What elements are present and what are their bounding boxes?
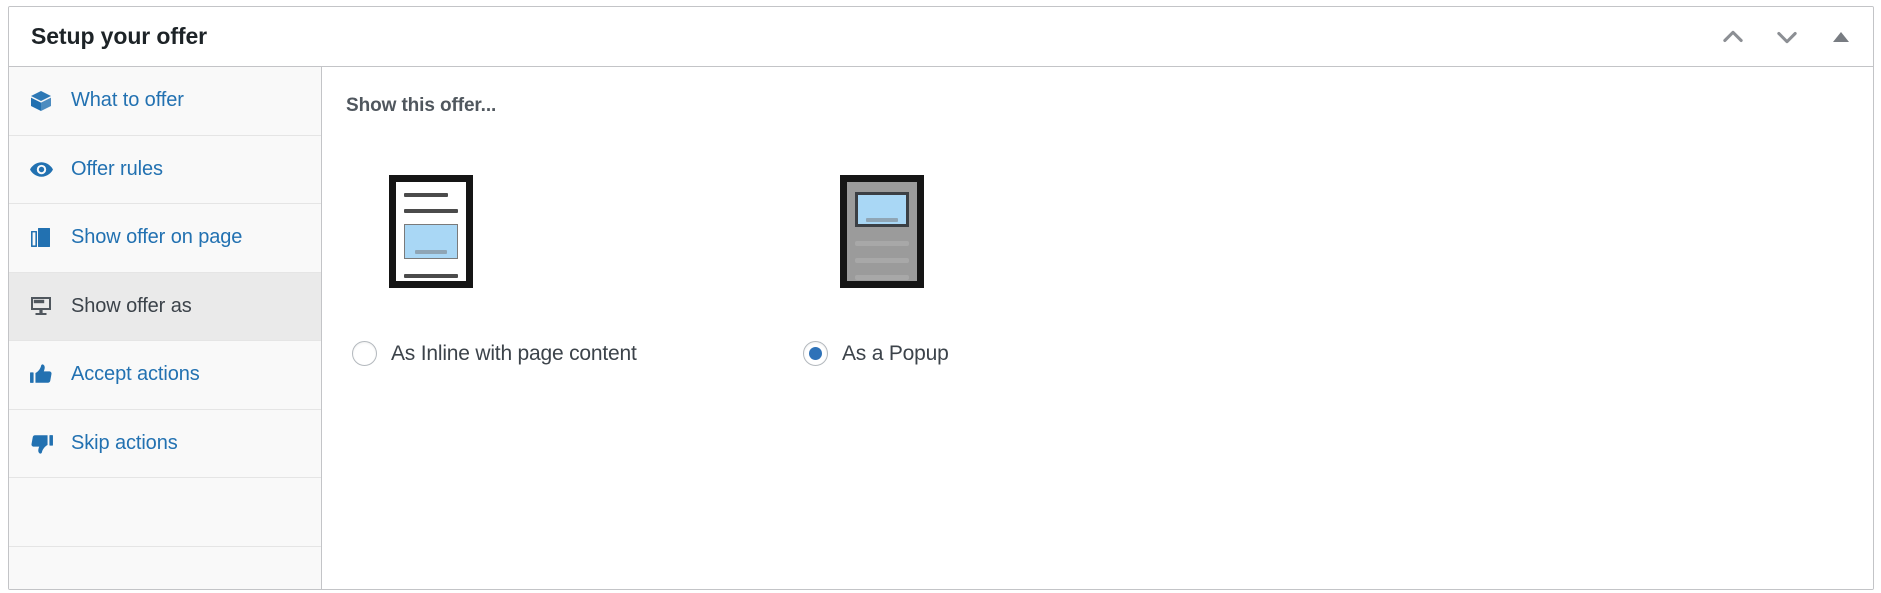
chevron-down-icon [1773, 23, 1801, 51]
move-down-button[interactable] [1769, 19, 1805, 55]
chevron-up-icon [1719, 23, 1747, 51]
sidebar-item-show-offer-on-page[interactable]: Show offer on page [9, 204, 321, 273]
thumb-text-line [404, 209, 458, 213]
thumbs-up-icon [29, 362, 55, 387]
radio-inline-input[interactable] [352, 341, 377, 366]
sidebar-item-label: Offer rules [71, 157, 163, 180]
sidebar-item-offer-rules[interactable]: Offer rules [9, 135, 321, 204]
panel-body: What to offer Offer rules Show offer on … [9, 67, 1873, 589]
pages-icon [29, 226, 55, 250]
move-up-button[interactable] [1715, 19, 1751, 55]
thumb-text-line [855, 275, 909, 280]
sidebar-item-skip-actions[interactable]: Skip actions [9, 409, 321, 478]
thumb-offer-box [404, 224, 458, 259]
option-popup: As a Popup [797, 175, 1248, 366]
thumb-popup-box [855, 192, 909, 227]
page-title: Setup your offer [31, 23, 208, 49]
option-inline: As Inline with page content [346, 175, 797, 366]
sidebar: What to offer Offer rules Show offer on … [9, 67, 322, 589]
panel-header: Setup your offer [9, 7, 1873, 67]
sidebar-item-what-to-offer[interactable]: What to offer [9, 67, 321, 136]
sidebar-item-partial[interactable] [9, 478, 321, 547]
thumb-box-line [415, 250, 447, 254]
triangle-up-icon [1832, 30, 1850, 44]
sidebar-item-label: What to offer [71, 89, 184, 112]
thumb-box-line [866, 218, 898, 222]
setup-offer-panel: Setup your offer What to offer Offer rul… [8, 6, 1874, 590]
radio-option-popup[interactable]: As a Popup [797, 341, 1248, 366]
inline-thumbnail-graphic [389, 175, 473, 288]
box-icon [29, 89, 55, 113]
section-heading: Show this offer... [346, 95, 497, 116]
offer-display-options: As Inline with page content As a Popup [346, 175, 1873, 366]
radio-inline-label: As Inline with page content [391, 341, 637, 365]
thumb-text-line [855, 241, 909, 246]
collapse-panel-button[interactable] [1823, 19, 1859, 55]
desktop-icon [29, 294, 55, 318]
radio-option-inline[interactable]: As Inline with page content [346, 341, 797, 366]
radio-popup-input[interactable] [803, 341, 828, 366]
sidebar-item-label: Show offer on page [71, 226, 243, 249]
thumb-text-line [855, 258, 909, 263]
sidebar-item-label: Accept actions [71, 363, 200, 386]
sidebar-item-label: Show offer as [71, 294, 192, 317]
popup-page-thumbnail[interactable] [797, 175, 1248, 305]
thumbs-down-icon [29, 431, 55, 456]
main-content: Show this offer... As Inline with page c… [322, 67, 1873, 589]
eye-icon [29, 157, 55, 182]
inline-page-thumbnail[interactable] [346, 175, 797, 305]
sidebar-item-show-offer-as[interactable]: Show offer as [9, 272, 321, 341]
thumb-text-line [404, 274, 458, 278]
header-actions [1715, 7, 1859, 67]
popup-thumbnail-graphic [840, 175, 924, 288]
sidebar-item-accept-actions[interactable]: Accept actions [9, 341, 321, 410]
sidebar-item-label: Skip actions [71, 431, 178, 454]
radio-popup-label: As a Popup [842, 341, 949, 365]
thumb-text-line [404, 193, 448, 197]
